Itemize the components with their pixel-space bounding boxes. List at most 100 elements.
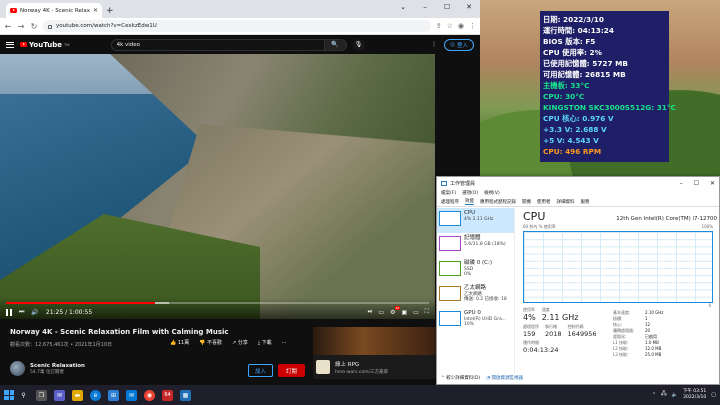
- video-actions: 👍 11萬 👎 不喜歡 ↗ 分享 ⤓ 下載 ...: [170, 339, 286, 346]
- tm-tab[interactable]: 服務: [581, 199, 590, 205]
- close-window-icon[interactable]: ✕: [458, 0, 480, 14]
- tm-menu-item[interactable]: 檢視(V): [484, 190, 500, 196]
- voice-search-icon[interactable]: 🎙: [352, 38, 365, 51]
- teams-chat-icon[interactable]: ✉: [54, 389, 65, 401]
- search-icon[interactable]: ⚲: [18, 390, 29, 401]
- maximize-icon[interactable]: ☐: [436, 0, 458, 14]
- menu-dots-icon[interactable]: ⋮: [469, 22, 476, 30]
- search-value: 4k video: [116, 41, 141, 48]
- like-button[interactable]: 👍 11萬: [170, 339, 189, 346]
- reload-button[interactable]: ↻: [30, 22, 38, 31]
- next-icon[interactable]: ⏭: [19, 308, 24, 316]
- close-tab-icon[interactable]: ✕: [93, 7, 98, 14]
- more-actions-button[interactable]: ...: [282, 339, 287, 346]
- tm-maximize-icon[interactable]: ☐: [694, 180, 699, 187]
- subscribe-button[interactable]: 訂閱: [278, 364, 305, 377]
- tm-tab[interactable]: 處理程序: [441, 199, 459, 205]
- search-button[interactable]: 🔍: [324, 38, 347, 51]
- forward-button[interactable]: →: [17, 22, 25, 31]
- channel-avatar[interactable]: [10, 361, 25, 376]
- miniplayer-icon[interactable]: ▣: [401, 309, 407, 316]
- cpu-spec-value: 25.0 MB: [645, 352, 662, 357]
- tm-sidebar-item[interactable]: 磁碟 0 (C:) SSD 0%: [437, 258, 514, 283]
- edge-icon[interactable]: e: [90, 389, 101, 401]
- address-bar[interactable]: youtube.com/watch?v=CexkzEdw1U: [43, 20, 431, 32]
- cpu-spec-key: L3 快取:: [613, 352, 629, 357]
- search-input[interactable]: 4k video: [110, 38, 325, 51]
- share-icon[interactable]: ⇪: [436, 22, 442, 30]
- ad-logo: [316, 360, 330, 374]
- clock[interactable]: 下午 03:51 2022/3/10: [683, 389, 706, 401]
- tm-menu-item[interactable]: 選項(O): [462, 190, 478, 196]
- resource-monitor-link[interactable]: ◔ 開啟資源監視器: [486, 375, 523, 381]
- tm-tab[interactable]: 效能: [465, 198, 474, 205]
- ad-card[interactable]: 綠上 RPG hero-wars.com/三方豪眾: [313, 327, 437, 379]
- minimize-icon[interactable]: –: [414, 0, 436, 14]
- network-icon[interactable]: 🖧: [661, 391, 667, 399]
- task-manager-taskbar-icon[interactable]: ▦: [180, 389, 191, 401]
- sparkline-graph: [439, 311, 461, 326]
- graph-label-right: 100%: [701, 224, 713, 229]
- notification-icon[interactable]: ▢: [711, 392, 716, 398]
- subtitles-icon[interactable]: ▭: [378, 309, 384, 316]
- osd-line: 已使用記憶體: 5727 MB: [543, 59, 628, 68]
- tm-sidebar-item[interactable]: 乙太網路 乙太網路 傳送: 0.2 已接收: 18: [437, 283, 514, 308]
- new-tab-button[interactable]: +: [106, 6, 114, 16]
- tm-sidebar-item[interactable]: 記憶體 5.6/31.8 GB (18%): [437, 233, 514, 258]
- mail-icon[interactable]: ✉: [126, 389, 137, 401]
- profile-icon[interactable]: ◉: [458, 22, 464, 30]
- autoplay-toggle-icon[interactable]: ⏯: [368, 308, 373, 316]
- osd-line: 運行時間: 04:13:24: [543, 26, 614, 35]
- osd-line: +3.3 V: 2.688 V: [543, 125, 607, 134]
- back-button[interactable]: ←: [4, 22, 12, 31]
- sparkline-graph: [439, 286, 461, 301]
- video-info: Norway 4K - Scenic Relaxation Film with …: [0, 319, 480, 385]
- task-view-icon[interactable]: ❐: [36, 389, 47, 401]
- share-label: 分享: [237, 340, 248, 346]
- settings-gear-icon[interactable]: ⚙: [390, 305, 402, 316]
- tm-sidebar-item[interactable]: GPU 0 Intel(R) UHD Gra... 10%: [437, 308, 514, 333]
- chrome-icon[interactable]: ◉: [144, 389, 155, 401]
- video-player[interactable]: ⏭ 🔊 21:25 / 1:00:55 ⏯ ▭ ⚙ ▣ ▭ ⛶: [0, 54, 435, 319]
- hwinfo-app-icon[interactable]: 64: [162, 389, 173, 401]
- tm-tabs: 處理程序 效能 應用程式歷程記錄 開機 使用者 詳細資料 服務: [437, 197, 719, 207]
- sign-in-button[interactable]: ◎ 登入: [444, 38, 474, 51]
- speaker-icon[interactable]: 🔈: [672, 392, 678, 398]
- youtube-logo[interactable]: YouTube TW: [20, 41, 70, 49]
- tray-chevron-icon[interactable]: ⌃: [652, 392, 656, 398]
- hamburger-menu-icon[interactable]: [6, 41, 14, 48]
- share-button[interactable]: ↗ 分享: [232, 339, 248, 346]
- file-explorer-icon[interactable]: ▬: [72, 389, 83, 401]
- more-dots-icon[interactable]: ⋮: [431, 41, 437, 48]
- tm-menu-item[interactable]: 檔案(F): [441, 190, 456, 196]
- tm-menubar: 檔案(F) 選項(O) 檢視(V): [437, 189, 719, 197]
- task-manager-window: 工作管理員 – ☐ ✕ 檔案(F) 選項(O) 檢視(V) 處理程序 效能 應用程式歷程…: [436, 176, 720, 385]
- pause-icon[interactable]: [6, 308, 12, 316]
- tm-close-icon[interactable]: ✕: [710, 180, 715, 187]
- youtube-logo-text: YouTube: [29, 40, 62, 49]
- browser-tab[interactable]: Norway 4K - Scenic Relaxati ✕: [6, 3, 102, 18]
- tm-tab[interactable]: 使用者: [537, 199, 551, 205]
- sparkline-graph: [439, 261, 461, 276]
- dislike-button[interactable]: 👎 不喜歡: [199, 339, 222, 346]
- channel-name[interactable]: Scenic Relaxation: [30, 363, 85, 369]
- bookmark-star-icon[interactable]: ☆: [447, 22, 453, 30]
- tm-tab[interactable]: 開機: [522, 199, 531, 205]
- tab-search-icon[interactable]: ⌄: [392, 0, 414, 14]
- tm-tab[interactable]: 應用程式歷程記錄: [480, 199, 516, 205]
- theater-mode-icon[interactable]: ▭: [413, 309, 419, 316]
- store-icon[interactable]: ⊞: [108, 389, 119, 401]
- fewer-details-label: 較少詳細資料(D): [446, 376, 481, 381]
- tm-minimize-icon[interactable]: –: [680, 180, 683, 187]
- fewer-details-button[interactable]: ⌃ 較少詳細資料(D): [441, 375, 480, 381]
- join-button[interactable]: 加入: [248, 364, 273, 377]
- download-button[interactable]: ⤓ 下載: [258, 339, 272, 346]
- volume-icon[interactable]: 🔊: [31, 309, 38, 316]
- tm-tab[interactable]: 詳細資料: [557, 199, 575, 205]
- tm-sidebar-item[interactable]: CPU 4% 2.11 GHz: [437, 208, 514, 233]
- progress-bar[interactable]: [6, 302, 429, 304]
- time-display: 21:25 / 1:00:55: [45, 308, 93, 316]
- cpu-specs: 基本速度: 2.10 GHz 插槽: 1 核心: 12 邏輯處理器: 20 虛擬化: 已啟用 L1 …: [613, 310, 713, 358]
- start-windows-icon[interactable]: [4, 390, 14, 400]
- fullscreen-icon[interactable]: ⛶: [425, 308, 429, 316]
